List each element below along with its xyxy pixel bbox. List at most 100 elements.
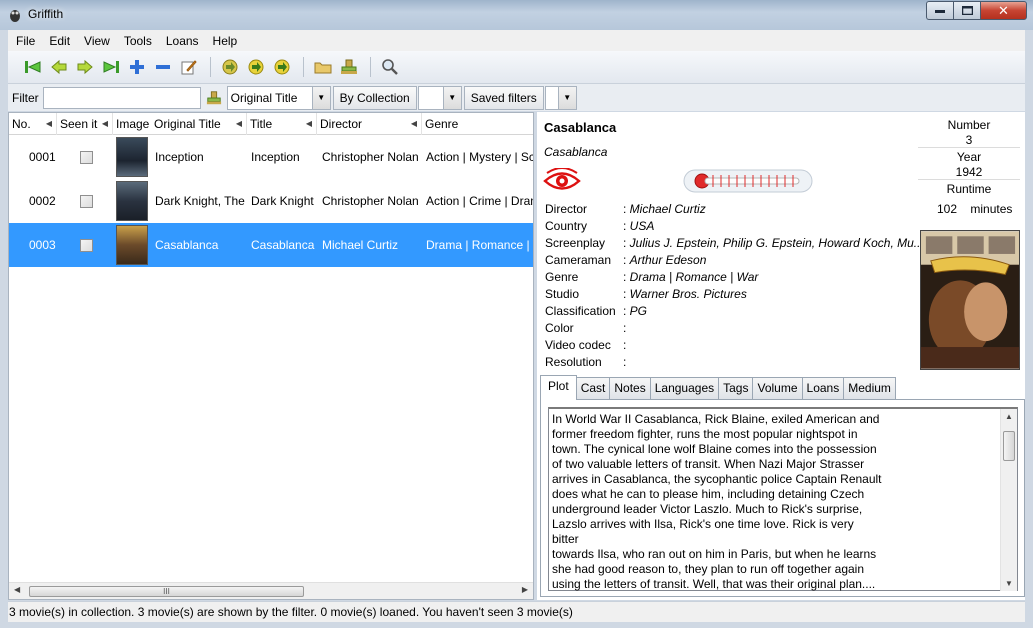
edit-button[interactable] bbox=[178, 56, 200, 78]
saved-filters-select[interactable]: ▼ bbox=[544, 85, 577, 110]
edit-icon bbox=[181, 60, 197, 75]
cell-original-title: Inception bbox=[155, 150, 204, 164]
by-collection-button[interactable]: By Collection bbox=[332, 85, 417, 110]
column-header-original-title[interactable]: Original Title ◀ bbox=[151, 113, 247, 135]
column-header-director[interactable]: Director ◀ bbox=[317, 113, 422, 135]
chevron-down-icon: ▼ bbox=[311, 86, 330, 109]
saved-filters-button[interactable]: Saved filters bbox=[463, 85, 544, 110]
nav-right-icon bbox=[222, 59, 238, 75]
loan-button[interactable] bbox=[338, 56, 360, 78]
maximize-button[interactable] bbox=[953, 1, 980, 20]
field-director: Director: Michael Curtiz bbox=[545, 202, 706, 216]
menu-help[interactable]: Help bbox=[205, 34, 244, 48]
menu-tools[interactable]: Tools bbox=[116, 34, 158, 48]
by-collection-label: By Collection bbox=[339, 90, 410, 105]
stamp-icon bbox=[341, 59, 357, 74]
nav-button-3[interactable] bbox=[271, 56, 293, 78]
detail-tabs: Plot Cast Notes Languages Tags Volume Lo… bbox=[540, 375, 896, 400]
filter-field-value: Original Title bbox=[230, 90, 298, 105]
seen-checkbox[interactable] bbox=[80, 151, 93, 164]
movie-list[interactable]: No. ◀ Seen it ◀ Image Original Title ◀ Titl… bbox=[8, 112, 534, 600]
add-button[interactable] bbox=[126, 56, 148, 78]
nav-right-alt-icon bbox=[248, 59, 264, 75]
tab-loans[interactable]: Loans bbox=[801, 377, 845, 399]
filter-input[interactable] bbox=[42, 86, 201, 109]
minimize-icon bbox=[935, 9, 945, 13]
column-header-image[interactable]: Image bbox=[113, 113, 153, 135]
scrollbar-thumb[interactable]: III bbox=[29, 586, 304, 597]
last-button[interactable] bbox=[100, 56, 122, 78]
column-header-genre[interactable]: Genre bbox=[422, 113, 533, 135]
menu-edit[interactable]: Edit bbox=[41, 34, 76, 48]
scroll-left-icon[interactable]: ◀ bbox=[14, 585, 20, 594]
column-header-seen[interactable]: Seen it ◀ bbox=[57, 113, 113, 135]
cell-no: 0003 bbox=[29, 238, 56, 252]
first-button[interactable] bbox=[22, 56, 44, 78]
toolbar-separator bbox=[210, 57, 211, 77]
sort-arrow-icon: ◀ bbox=[45, 119, 52, 128]
title-bar: Griffith ✕ bbox=[0, 0, 1033, 30]
scroll-right-icon[interactable]: ▶ bbox=[522, 585, 528, 594]
sort-arrow-icon: ◀ bbox=[410, 119, 417, 128]
cell-genre: Drama | Romance | War bbox=[426, 238, 533, 252]
column-header-no[interactable]: No. ◀ bbox=[9, 113, 57, 135]
scroll-up-icon[interactable]: ▲ bbox=[1005, 412, 1013, 421]
seen-checkbox[interactable] bbox=[80, 195, 93, 208]
app-icon bbox=[10, 10, 20, 22]
minimize-button[interactable] bbox=[926, 1, 953, 20]
horizontal-scrollbar[interactable]: ◀ III ▶ bbox=[9, 582, 533, 599]
scrollbar-thumb[interactable] bbox=[1003, 431, 1015, 461]
tab-plot[interactable]: Plot bbox=[540, 375, 577, 400]
window-controls: ✕ bbox=[926, 1, 1027, 20]
remove-button[interactable] bbox=[152, 56, 174, 78]
tab-tags[interactable]: Tags bbox=[718, 377, 754, 399]
tab-languages[interactable]: Languages bbox=[649, 377, 720, 399]
seen-checkbox[interactable] bbox=[80, 239, 93, 252]
filter-field-select[interactable]: Original Title ▼ bbox=[226, 85, 331, 110]
tab-cast[interactable]: Cast bbox=[575, 377, 611, 399]
menu-file[interactable]: File bbox=[8, 34, 41, 48]
scroll-down-icon[interactable]: ▼ bbox=[1005, 579, 1013, 588]
cell-original-title: Dark Knight, The bbox=[155, 194, 245, 208]
tab-notes[interactable]: Notes bbox=[609, 377, 651, 399]
collection-select[interactable]: ▼ bbox=[417, 85, 462, 110]
nav-button-2[interactable] bbox=[245, 56, 267, 78]
open-folder-button[interactable] bbox=[312, 56, 334, 78]
rating-thermometer[interactable] bbox=[683, 164, 815, 196]
vertical-scrollbar[interactable]: ▲ ▼ bbox=[1000, 409, 1017, 591]
go-previous-icon bbox=[51, 59, 67, 75]
nav-button-1[interactable] bbox=[219, 56, 241, 78]
search-icon bbox=[382, 59, 398, 75]
table-row[interactable]: 0003 Casablanca Casablanca Michael Curti… bbox=[9, 223, 533, 267]
movie-poster[interactable] bbox=[920, 230, 1020, 370]
cell-no: 0002 bbox=[29, 194, 56, 208]
cell-genre: Action | Crime | Drama bbox=[426, 194, 533, 208]
close-button[interactable]: ✕ bbox=[980, 1, 1027, 20]
close-icon: ✕ bbox=[998, 2, 1009, 18]
number-value: 3 bbox=[965, 133, 973, 147]
table-row[interactable]: 0002 Dark Knight, The Dark Knight Christ… bbox=[9, 179, 533, 223]
chevron-down-icon: ▼ bbox=[557, 86, 576, 109]
previous-button[interactable] bbox=[48, 56, 70, 78]
menu-loans[interactable]: Loans bbox=[158, 34, 205, 48]
cell-director: Michael Curtiz bbox=[322, 238, 399, 252]
divider bbox=[918, 147, 1020, 148]
seen-eye-icon[interactable] bbox=[543, 168, 581, 194]
menu-bar: File Edit View Tools Loans Help bbox=[8, 30, 1025, 51]
cell-title: Dark Knight bbox=[251, 194, 314, 208]
poster-thumbnail bbox=[116, 181, 148, 221]
next-button[interactable] bbox=[74, 56, 96, 78]
field-classification: Classification: PG bbox=[545, 304, 648, 318]
plot-textbox[interactable]: In World War II Casablanca, Rick Blaine,… bbox=[548, 407, 1018, 591]
column-header-title[interactable]: Title ◀ bbox=[247, 113, 317, 135]
menu-view[interactable]: View bbox=[76, 34, 116, 48]
table-row[interactable]: 0001 Inception Inception Christopher Nol… bbox=[9, 135, 533, 179]
cell-genre: Action | Mystery | Sci-Fi bbox=[426, 150, 533, 164]
search-button[interactable] bbox=[379, 56, 401, 78]
tab-medium[interactable]: Medium bbox=[843, 377, 896, 399]
movie-original-title: Casablanca bbox=[544, 145, 608, 159]
clear-filter-button[interactable] bbox=[203, 87, 225, 109]
tab-content: In World War II Casablanca, Rick Blaine,… bbox=[540, 399, 1025, 597]
tab-volume[interactable]: Volume bbox=[752, 377, 803, 399]
toolbar bbox=[8, 51, 1025, 83]
